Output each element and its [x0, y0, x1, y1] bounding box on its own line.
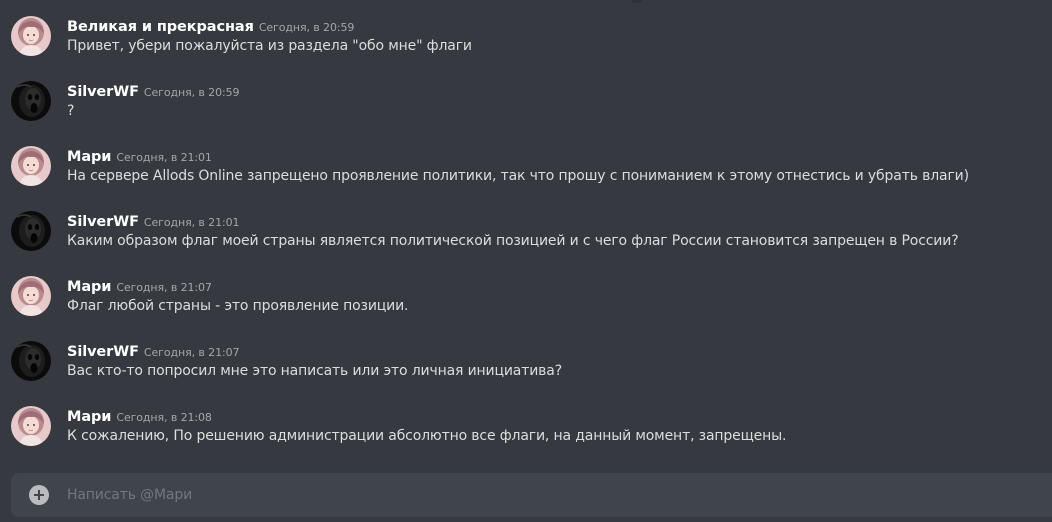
dark-creature-avatar[interactable] — [11, 341, 51, 381]
author-name[interactable]: Мари — [67, 279, 111, 295]
author-name[interactable]: SilverWF — [67, 344, 139, 360]
message-text: Флаг любой страны - это проявление позиц… — [67, 298, 409, 314]
author-name[interactable]: SilverWF — [67, 214, 139, 230]
pink-haired-girl-avatar[interactable] — [11, 146, 51, 186]
message-header: SilverWF Сегодня, в 21:07 — [67, 341, 239, 361]
dark-creature-avatar[interactable] — [11, 81, 51, 121]
message-text: Каким образом флаг моей страны является … — [67, 233, 959, 249]
message-header: Великая и прекрасная Сегодня, в 20:59 — [67, 16, 354, 36]
message-timestamp: Сегодня, в 21:01 — [143, 216, 240, 229]
message-header: SilverWF Сегодня, в 20:59 — [67, 81, 239, 101]
message-text: ? — [67, 103, 75, 119]
message-header: SilverWF Сегодня, в 21:01 — [67, 211, 239, 231]
message-input[interactable] — [67, 473, 1027, 517]
message-timestamp: Сегодня, в 21:07 — [116, 281, 212, 294]
author-name[interactable]: Великая и прекрасная — [67, 19, 254, 35]
author-name[interactable]: Мари — [67, 409, 111, 425]
message-text: На сервере Allods Online запрещено прояв… — [67, 168, 969, 184]
chat-window: Великая и прекрасная Сегодня, в 20:59 При… — [0, 0, 1052, 522]
message-timestamp: Сегодня, в 20:59 — [143, 86, 240, 99]
message-item: Великая и прекрасная Сегодня, в 20:59 При… — [0, 0, 1052, 62]
message-item: Мари Сегодня, в 21:07 Флаг любой страны -… — [0, 260, 1052, 322]
message-item: Мари Сегодня, в 21:08 К сожалению, По реш… — [0, 390, 1052, 452]
pink-haired-girl-avatar[interactable] — [11, 16, 51, 56]
message-composer — [11, 473, 1052, 517]
plus-circle-icon[interactable] — [29, 485, 49, 505]
message-header: Мари Сегодня, в 21:01 — [67, 146, 212, 166]
message-text: К сожалению, По решению администрации аб… — [67, 428, 787, 444]
pink-haired-girl-avatar[interactable] — [11, 276, 51, 316]
message-header: Мари Сегодня, в 21:07 — [67, 276, 212, 296]
pink-haired-girl-avatar[interactable] — [11, 406, 51, 446]
message-item: SilverWF Сегодня, в 21:07 Вас кто-то попр… — [0, 325, 1052, 387]
author-name[interactable]: SilverWF — [67, 84, 139, 100]
message-timestamp: Сегодня, в 21:01 — [116, 151, 212, 164]
message-item: SilverWF Сегодня, в 20:59 ? — [0, 65, 1052, 127]
author-name[interactable]: Мари — [67, 149, 111, 165]
message-text: Вас кто-то попросил мне это написать или… — [67, 363, 562, 379]
message-item: Мари Сегодня, в 21:01 На сервере Allods O… — [0, 130, 1052, 192]
message-timestamp: Сегодня, в 21:07 — [143, 346, 240, 359]
message-text: Привет, убери пожалуйста из раздела "обо… — [67, 38, 472, 54]
message-timestamp: Сегодня, в 21:08 — [116, 411, 212, 424]
message-header: Мари Сегодня, в 21:08 — [67, 406, 212, 426]
message-timestamp: Сегодня, в 20:59 — [258, 21, 355, 34]
dark-creature-avatar[interactable] — [11, 211, 51, 251]
message-item: SilverWF Сегодня, в 21:01 Каким образом ф… — [0, 195, 1052, 257]
